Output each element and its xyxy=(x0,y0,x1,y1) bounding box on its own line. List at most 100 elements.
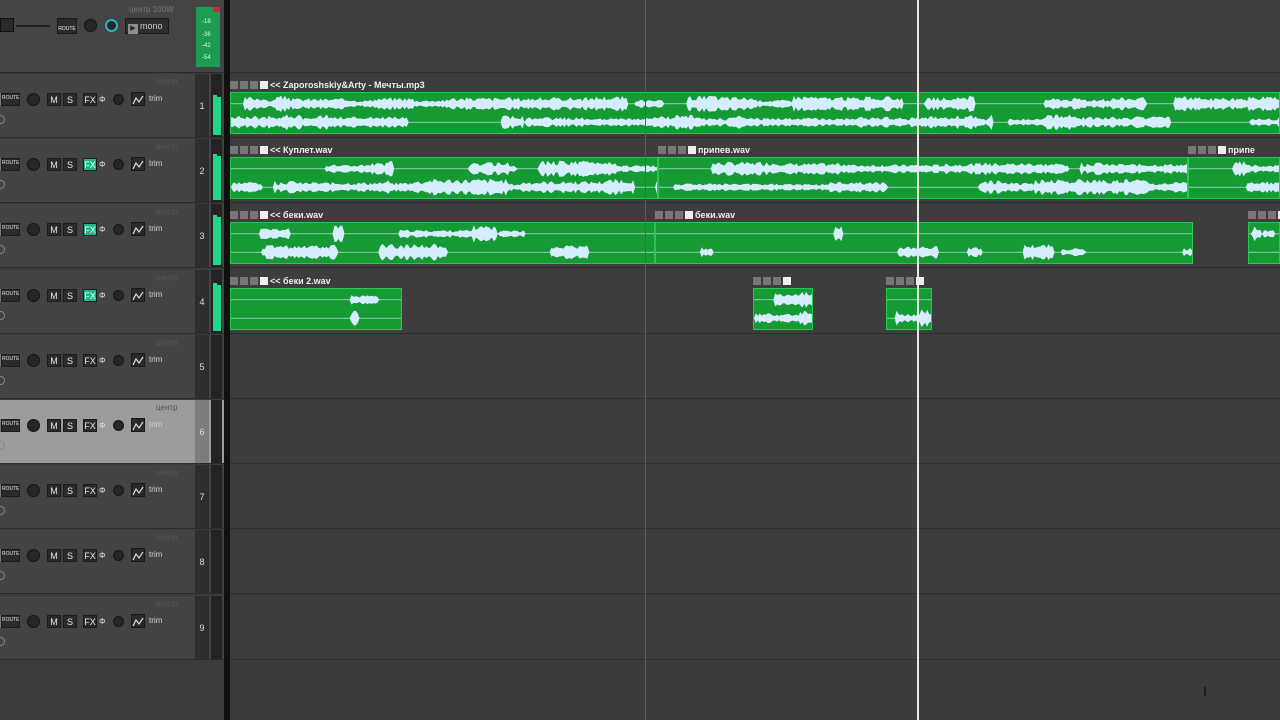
solo-button[interactable]: S xyxy=(63,615,77,628)
track-header[interactable]: ROUTE M S FX Φtrim центр 9 xyxy=(0,596,224,660)
item-waveform[interactable] xyxy=(230,288,402,330)
route-button[interactable]: ROUTE xyxy=(1,93,20,106)
volume-knob[interactable] xyxy=(27,354,40,367)
fx-bypass-icon[interactable]: Φ xyxy=(99,291,105,300)
media-item[interactable] xyxy=(753,274,813,332)
pan-knob[interactable] xyxy=(113,355,124,366)
item-fx-icon[interactable] xyxy=(1268,211,1276,219)
item-lock-icon[interactable] xyxy=(230,277,238,285)
track-number[interactable]: 8 xyxy=(195,530,209,593)
fx-button[interactable]: FX xyxy=(83,484,97,497)
item-header[interactable] xyxy=(886,274,932,288)
item-fx-icon[interactable] xyxy=(250,146,258,154)
mute-button[interactable]: M xyxy=(47,223,61,236)
fx-bypass-icon[interactable]: Φ xyxy=(99,486,105,495)
pan-knob[interactable] xyxy=(113,420,124,431)
item-mute-icon[interactable] xyxy=(763,277,771,285)
media-item[interactable]: << беки 2.wav xyxy=(230,274,402,332)
item-fx-icon[interactable] xyxy=(250,277,258,285)
fx-button[interactable]: FX xyxy=(83,354,97,367)
item-waveform[interactable] xyxy=(753,288,813,330)
envelope-icon[interactable] xyxy=(131,418,145,432)
item-waveform[interactable] xyxy=(655,222,1193,264)
item-header[interactable]: беки.wav xyxy=(655,208,1193,222)
mute-button[interactable]: M xyxy=(47,354,61,367)
item-fx-icon[interactable] xyxy=(250,81,258,89)
record-arm-button[interactable] xyxy=(0,180,5,189)
media-item[interactable]: беки.wav xyxy=(655,208,1193,266)
volume-knob[interactable] xyxy=(27,615,40,628)
item-header[interactable]: припе xyxy=(1188,143,1280,157)
fx-bypass-icon[interactable]: Φ xyxy=(99,551,105,560)
mono-button[interactable]: ▶ mono xyxy=(125,18,169,34)
item-envelope-icon[interactable] xyxy=(783,277,791,285)
automation-mode[interactable]: trim xyxy=(149,485,162,494)
record-arm-button[interactable] xyxy=(0,376,5,385)
track-number[interactable]: 9 xyxy=(195,596,209,659)
master-mute-toggle[interactable] xyxy=(0,18,14,32)
mute-button[interactable]: M xyxy=(47,549,61,562)
solo-button[interactable]: S xyxy=(63,419,77,432)
track-lane[interactable] xyxy=(230,335,1280,399)
track-header[interactable]: ROUTE M S FX Φtrim центр 4 xyxy=(0,270,224,334)
route-button[interactable]: ROUTE xyxy=(1,158,20,171)
item-header[interactable]: << беки 2.wav xyxy=(230,274,402,288)
route-button[interactable]: ROUTE xyxy=(1,615,20,628)
item-lock-icon[interactable] xyxy=(230,81,238,89)
item-header[interactable] xyxy=(753,274,813,288)
fx-button[interactable]: FX xyxy=(83,93,97,106)
solo-button[interactable]: S xyxy=(63,158,77,171)
mute-button[interactable]: M xyxy=(47,615,61,628)
master-route-button[interactable]: ROUTE xyxy=(57,18,77,34)
route-button[interactable]: ROUTE xyxy=(1,354,20,367)
track-lane[interactable] xyxy=(230,400,1280,464)
item-waveform[interactable] xyxy=(1248,222,1280,264)
track-number[interactable]: 3 xyxy=(195,204,209,267)
fx-bypass-icon[interactable]: Φ xyxy=(99,160,105,169)
arrange-view[interactable]: << Zaporoshskiy&Arty - Мечты.mp3 << Купле… xyxy=(230,0,1280,720)
solo-button[interactable]: S xyxy=(63,354,77,367)
media-item[interactable]: припе xyxy=(1188,143,1280,201)
track-lane[interactable] xyxy=(230,530,1280,594)
mute-button[interactable]: M xyxy=(47,158,61,171)
item-lock-icon[interactable] xyxy=(753,277,761,285)
item-header[interactable]: припев.wav xyxy=(658,143,1188,157)
item-fx-icon[interactable] xyxy=(773,277,781,285)
automation-mode[interactable]: trim xyxy=(149,224,162,233)
route-button[interactable]: ROUTE xyxy=(1,484,20,497)
pan-knob[interactable] xyxy=(113,94,124,105)
route-button[interactable]: ROUTE xyxy=(1,223,20,236)
envelope-icon[interactable] xyxy=(131,92,145,106)
item-fx-icon[interactable] xyxy=(678,146,686,154)
track-header[interactable]: ROUTE M S FX Φtrim центр 6 xyxy=(0,400,224,464)
envelope-icon[interactable] xyxy=(131,353,145,367)
item-envelope-icon[interactable] xyxy=(260,146,268,154)
route-button[interactable]: ROUTE xyxy=(1,419,20,432)
pan-knob[interactable] xyxy=(113,290,124,301)
fx-bypass-icon[interactable]: Φ xyxy=(99,95,105,104)
envelope-icon[interactable] xyxy=(131,483,145,497)
fx-button[interactable]: FX xyxy=(83,549,97,562)
volume-knob[interactable] xyxy=(27,289,40,302)
item-header[interactable]: << Zaporoshskiy&Arty - Мечты.mp3 xyxy=(230,78,1280,92)
envelope-icon[interactable] xyxy=(131,614,145,628)
item-envelope-icon[interactable] xyxy=(685,211,693,219)
item-fx-icon[interactable] xyxy=(675,211,683,219)
item-lock-icon[interactable] xyxy=(655,211,663,219)
automation-mode[interactable]: trim xyxy=(149,159,162,168)
item-lock-icon[interactable] xyxy=(1188,146,1196,154)
mute-button[interactable]: M xyxy=(47,289,61,302)
item-envelope-icon[interactable] xyxy=(1218,146,1226,154)
item-mute-icon[interactable] xyxy=(240,146,248,154)
media-item[interactable]: припев.wav xyxy=(658,143,1188,201)
track-header[interactable]: ROUTE M S FX Φtrim центр 8 xyxy=(0,530,224,594)
fx-bypass-icon[interactable]: Φ xyxy=(99,421,105,430)
mute-button[interactable]: M xyxy=(47,93,61,106)
item-mute-icon[interactable] xyxy=(240,211,248,219)
media-item[interactable]: << беки.wav xyxy=(230,208,655,266)
item-header[interactable]: << беки.wav xyxy=(230,208,655,222)
pan-knob[interactable] xyxy=(113,224,124,235)
route-button[interactable]: ROUTE xyxy=(1,549,20,562)
record-arm-button[interactable] xyxy=(0,441,5,450)
fx-button[interactable]: FX xyxy=(83,223,97,236)
